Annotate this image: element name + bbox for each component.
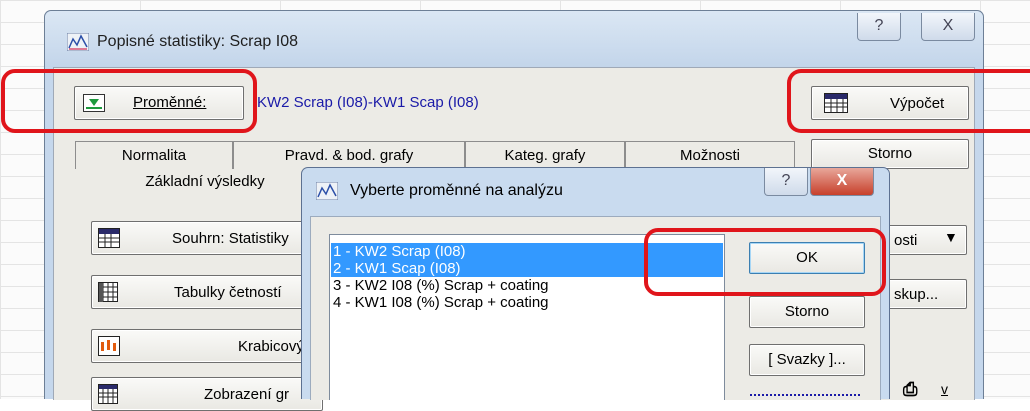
options-dropdown[interactable]: osti ▼ <box>887 225 967 255</box>
highlight-compute <box>787 69 1030 133</box>
dialog-link-text[interactable] <box>750 394 860 400</box>
cancel-button[interactable]: Storno <box>811 139 969 169</box>
list-item[interactable]: 3 - KW2 I08 (%) Scrap + coating <box>331 277 549 294</box>
options-dropdown-value: osti <box>894 232 918 249</box>
dialog-title: Vyberte proměnné na analýzu <box>350 182 563 199</box>
summary-grid-icon <box>98 228 120 248</box>
selected-variables-text: KW2 Scrap (I08)-KW1 Scap (I08) <box>257 94 479 111</box>
table-icon <box>98 282 118 302</box>
tab-normalita[interactable]: Normalita <box>75 141 233 169</box>
dialog-close-button[interactable]: X <box>810 168 874 196</box>
highlight-variables <box>1 69 257 133</box>
group-button[interactable]: skup... <box>887 279 967 309</box>
dialog-cancel-button[interactable]: Storno <box>749 296 865 328</box>
tab-categorized-plots[interactable]: Kateg. grafy <box>465 141 625 169</box>
box-plot-icon <box>98 336 120 356</box>
links-button[interactable]: [ Svazky ]... <box>749 344 865 376</box>
grid-icon <box>98 384 118 404</box>
tab-probability-plots[interactable]: Pravd. & bod. grafy <box>233 141 465 169</box>
chevron-down-icon: ▼ <box>944 229 958 245</box>
summary-statistics-label: Souhrn: Statistiky <box>172 230 289 247</box>
list-item[interactable]: 4 - KW1 I08 (%) Scrap + coating <box>331 294 549 311</box>
window-title: Popisné statistiky: Scrap I08 <box>97 33 298 50</box>
frequency-tables-button[interactable]: Tabulky četností <box>91 275 323 309</box>
statistics-app-icon <box>67 33 89 51</box>
dialog-help-button[interactable]: ? <box>764 168 808 196</box>
statistics-app-icon <box>316 182 338 200</box>
tab-options[interactable]: Možnosti <box>625 141 795 169</box>
display-graphs-button[interactable]: Zobrazení gr <box>91 377 323 411</box>
frequency-tables-label: Tabulky četností <box>174 284 282 301</box>
group-button-label: skup... <box>894 286 939 303</box>
report-option-label[interactable]: v <box>941 381 948 397</box>
printer-icon[interactable]: ⎙ <box>903 379 925 399</box>
highlight-ok <box>644 228 886 296</box>
display-graphs-label: Zobrazení gr <box>204 386 290 403</box>
close-button[interactable]: X <box>921 13 975 41</box>
box-plot-label: Krabicový <box>238 338 304 355</box>
summary-statistics-button[interactable]: Souhrn: Statistiky <box>91 221 323 255</box>
box-plot-button[interactable]: Krabicový <box>91 329 323 363</box>
help-button[interactable]: ? <box>857 13 901 41</box>
